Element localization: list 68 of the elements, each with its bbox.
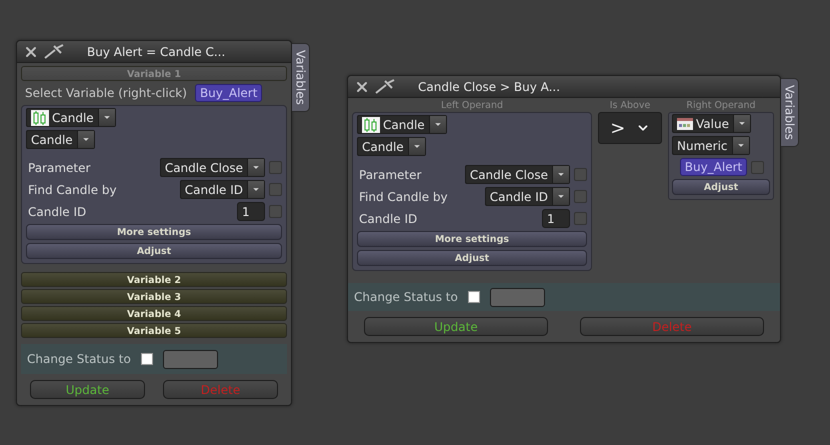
checkbox[interactable] xyxy=(269,205,282,218)
number-field[interactable]: 1 xyxy=(542,209,570,228)
caret-icon xyxy=(732,115,750,132)
checkbox[interactable] xyxy=(269,161,282,174)
checkbox[interactable] xyxy=(269,183,282,196)
pin-icon[interactable] xyxy=(43,44,65,60)
checkbox[interactable] xyxy=(140,353,153,365)
variable-header[interactable]: Variable 3 xyxy=(21,289,287,304)
checkbox[interactable] xyxy=(468,291,480,303)
variable-tag[interactable]: Buy_Alert xyxy=(194,84,262,102)
type-dropdown[interactable]: Candle xyxy=(26,130,95,149)
checkbox[interactable] xyxy=(751,160,764,174)
status-label: Change Status to xyxy=(27,352,131,366)
variable-tag[interactable]: Buy_Alert xyxy=(680,158,748,176)
comparator-dropdown[interactable]: > xyxy=(598,112,662,144)
variable-header[interactable]: Variable 5 xyxy=(21,323,287,338)
parameter-label: Find Candle by xyxy=(359,190,449,204)
caret-icon xyxy=(552,166,569,183)
side-tab[interactable]: Variables xyxy=(781,78,799,147)
candlestick-icon xyxy=(362,116,380,132)
parameter-dropdown[interactable]: Candle Close xyxy=(160,158,265,177)
update-button[interactable]: Update xyxy=(364,317,548,336)
status-field[interactable] xyxy=(490,288,545,306)
parameter-label: Candle ID xyxy=(28,204,88,218)
column-heading: Is Above xyxy=(608,100,652,111)
variable-header[interactable]: Variable 4 xyxy=(21,306,287,321)
status-label: Change Status to xyxy=(354,290,458,304)
bar-button[interactable]: More settings xyxy=(26,224,282,240)
status-field[interactable] xyxy=(162,350,218,368)
caret-icon xyxy=(76,131,94,148)
caret-icon xyxy=(98,109,115,126)
bar-button[interactable]: More settings xyxy=(357,231,587,247)
source-dropdown[interactable]: Candle xyxy=(357,115,447,134)
select-label: Select Variable (right-click) xyxy=(25,86,187,100)
caret-icon xyxy=(428,116,446,133)
parameter-dropdown[interactable]: Candle ID xyxy=(484,187,570,206)
caret-icon xyxy=(408,138,425,155)
source-dropdown[interactable]: Value xyxy=(672,114,751,133)
parameter-dropdown[interactable]: Candle ID xyxy=(180,180,265,199)
caret-icon xyxy=(247,159,264,176)
type-dropdown[interactable]: Numeric xyxy=(672,136,750,155)
checkbox[interactable] xyxy=(574,168,587,181)
number-field[interactable]: 1 xyxy=(237,202,265,221)
parameter-label: Candle ID xyxy=(359,212,418,226)
caret-icon xyxy=(247,181,264,198)
bar-button[interactable]: Adjust xyxy=(357,250,587,266)
parameter-label: Parameter xyxy=(359,168,422,182)
update-button[interactable]: Update xyxy=(30,380,145,399)
candlestick-icon xyxy=(31,110,49,126)
column-heading: Left Operand xyxy=(440,100,504,111)
caret-icon xyxy=(552,188,569,205)
checkbox[interactable] xyxy=(574,212,587,225)
bar-button[interactable]: Adjust xyxy=(672,179,770,195)
checkbox[interactable] xyxy=(574,190,587,203)
caret-icon xyxy=(732,137,749,154)
window-title: Candle Close > Buy A... xyxy=(418,80,560,94)
window-title: Buy Alert = Candle C... xyxy=(87,44,226,58)
bar-button[interactable]: Adjust xyxy=(26,243,282,259)
value-icon xyxy=(677,118,693,130)
parameter-label: Parameter xyxy=(28,160,92,174)
parameter-dropdown[interactable]: Candle Close xyxy=(464,165,570,184)
side-tab[interactable]: Variables xyxy=(292,43,310,112)
variable-header[interactable]: Variable 2 xyxy=(21,272,287,287)
type-dropdown[interactable]: Candle xyxy=(357,137,426,156)
pin-icon[interactable] xyxy=(374,78,396,94)
parameter-label: Find Candle by xyxy=(28,182,118,196)
source-dropdown[interactable]: Candle xyxy=(26,108,116,127)
column-heading: Right Operand xyxy=(685,100,757,111)
